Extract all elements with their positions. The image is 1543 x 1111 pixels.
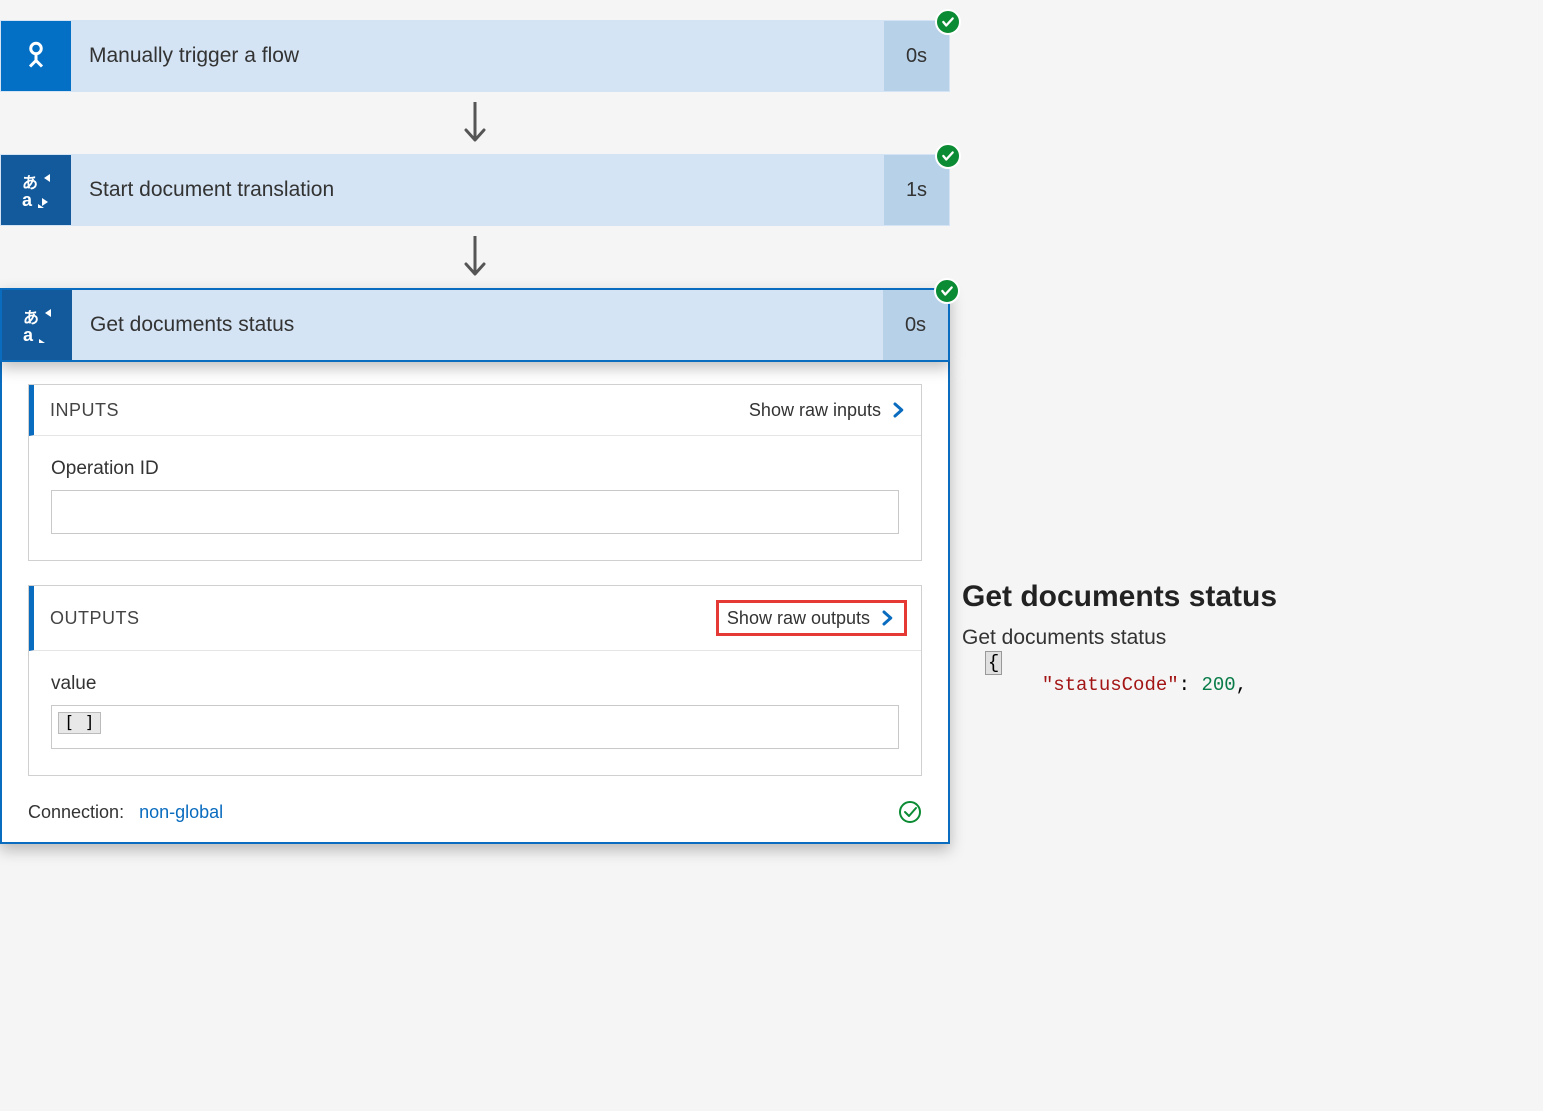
manual-trigger-icon: [1, 21, 71, 91]
operation-id-label: Operation ID: [51, 458, 899, 480]
show-raw-inputs-button[interactable]: Show raw inputs: [749, 399, 907, 421]
inputs-panel: INPUTS Show raw inputs Operation ID: [28, 384, 922, 561]
chevron-right-icon: [878, 607, 896, 629]
raw-panel-subtitle: Get documents status: [962, 626, 1518, 650]
step-title: Get documents status: [72, 290, 883, 360]
svg-text:a: a: [22, 190, 33, 210]
flow-connector-arrow-icon: [0, 226, 950, 288]
step-title: Start document translation: [71, 155, 884, 225]
flow-step-get-documents-status[interactable]: あ a Get documents status 0s: [0, 288, 950, 362]
connection-ok-icon: [898, 800, 922, 824]
translate-icon: あ a: [1, 155, 71, 225]
flow-step-manual-trigger[interactable]: Manually trigger a flow 0s: [0, 20, 950, 92]
show-raw-outputs-button[interactable]: Show raw outputs: [716, 600, 907, 636]
json-line-statuscode: "statusCode": 200,: [962, 674, 1518, 696]
raw-panel-title: Get documents status: [962, 580, 1518, 614]
success-check-icon: [934, 278, 960, 304]
connection-label: Connection:: [28, 802, 124, 822]
show-raw-outputs-label: Show raw outputs: [727, 608, 870, 629]
success-check-icon: [935, 143, 961, 169]
chevron-right-icon: [889, 399, 907, 421]
inputs-label: INPUTS: [50, 400, 119, 421]
flow-step-start-translation[interactable]: あ a Start document translation 1s: [0, 154, 950, 226]
value-label: value: [51, 673, 899, 695]
value-chip: [ ]: [58, 712, 101, 734]
value-field[interactable]: [ ]: [51, 705, 899, 749]
raw-output-preview: Get documents status Get documents statu…: [950, 580, 1530, 696]
show-raw-inputs-label: Show raw inputs: [749, 400, 881, 421]
outputs-panel: OUTPUTS Show raw outputs value [ ]: [28, 585, 922, 776]
flow-connector-arrow-icon: [0, 92, 950, 154]
step-title: Manually trigger a flow: [71, 21, 884, 91]
translate-icon: あ a: [2, 290, 72, 360]
outputs-label: OUTPUTS: [50, 608, 140, 629]
svg-text:a: a: [23, 325, 34, 345]
flow-canvas: Manually trigger a flow 0s あ a Start doc…: [0, 0, 950, 864]
connection-link[interactable]: non-global: [139, 802, 223, 822]
json-brace-open: {: [962, 652, 1518, 674]
operation-id-field[interactable]: [51, 490, 899, 534]
step-expanded-panel: INPUTS Show raw inputs Operation ID OUTP…: [0, 362, 950, 844]
success-check-icon: [935, 9, 961, 35]
